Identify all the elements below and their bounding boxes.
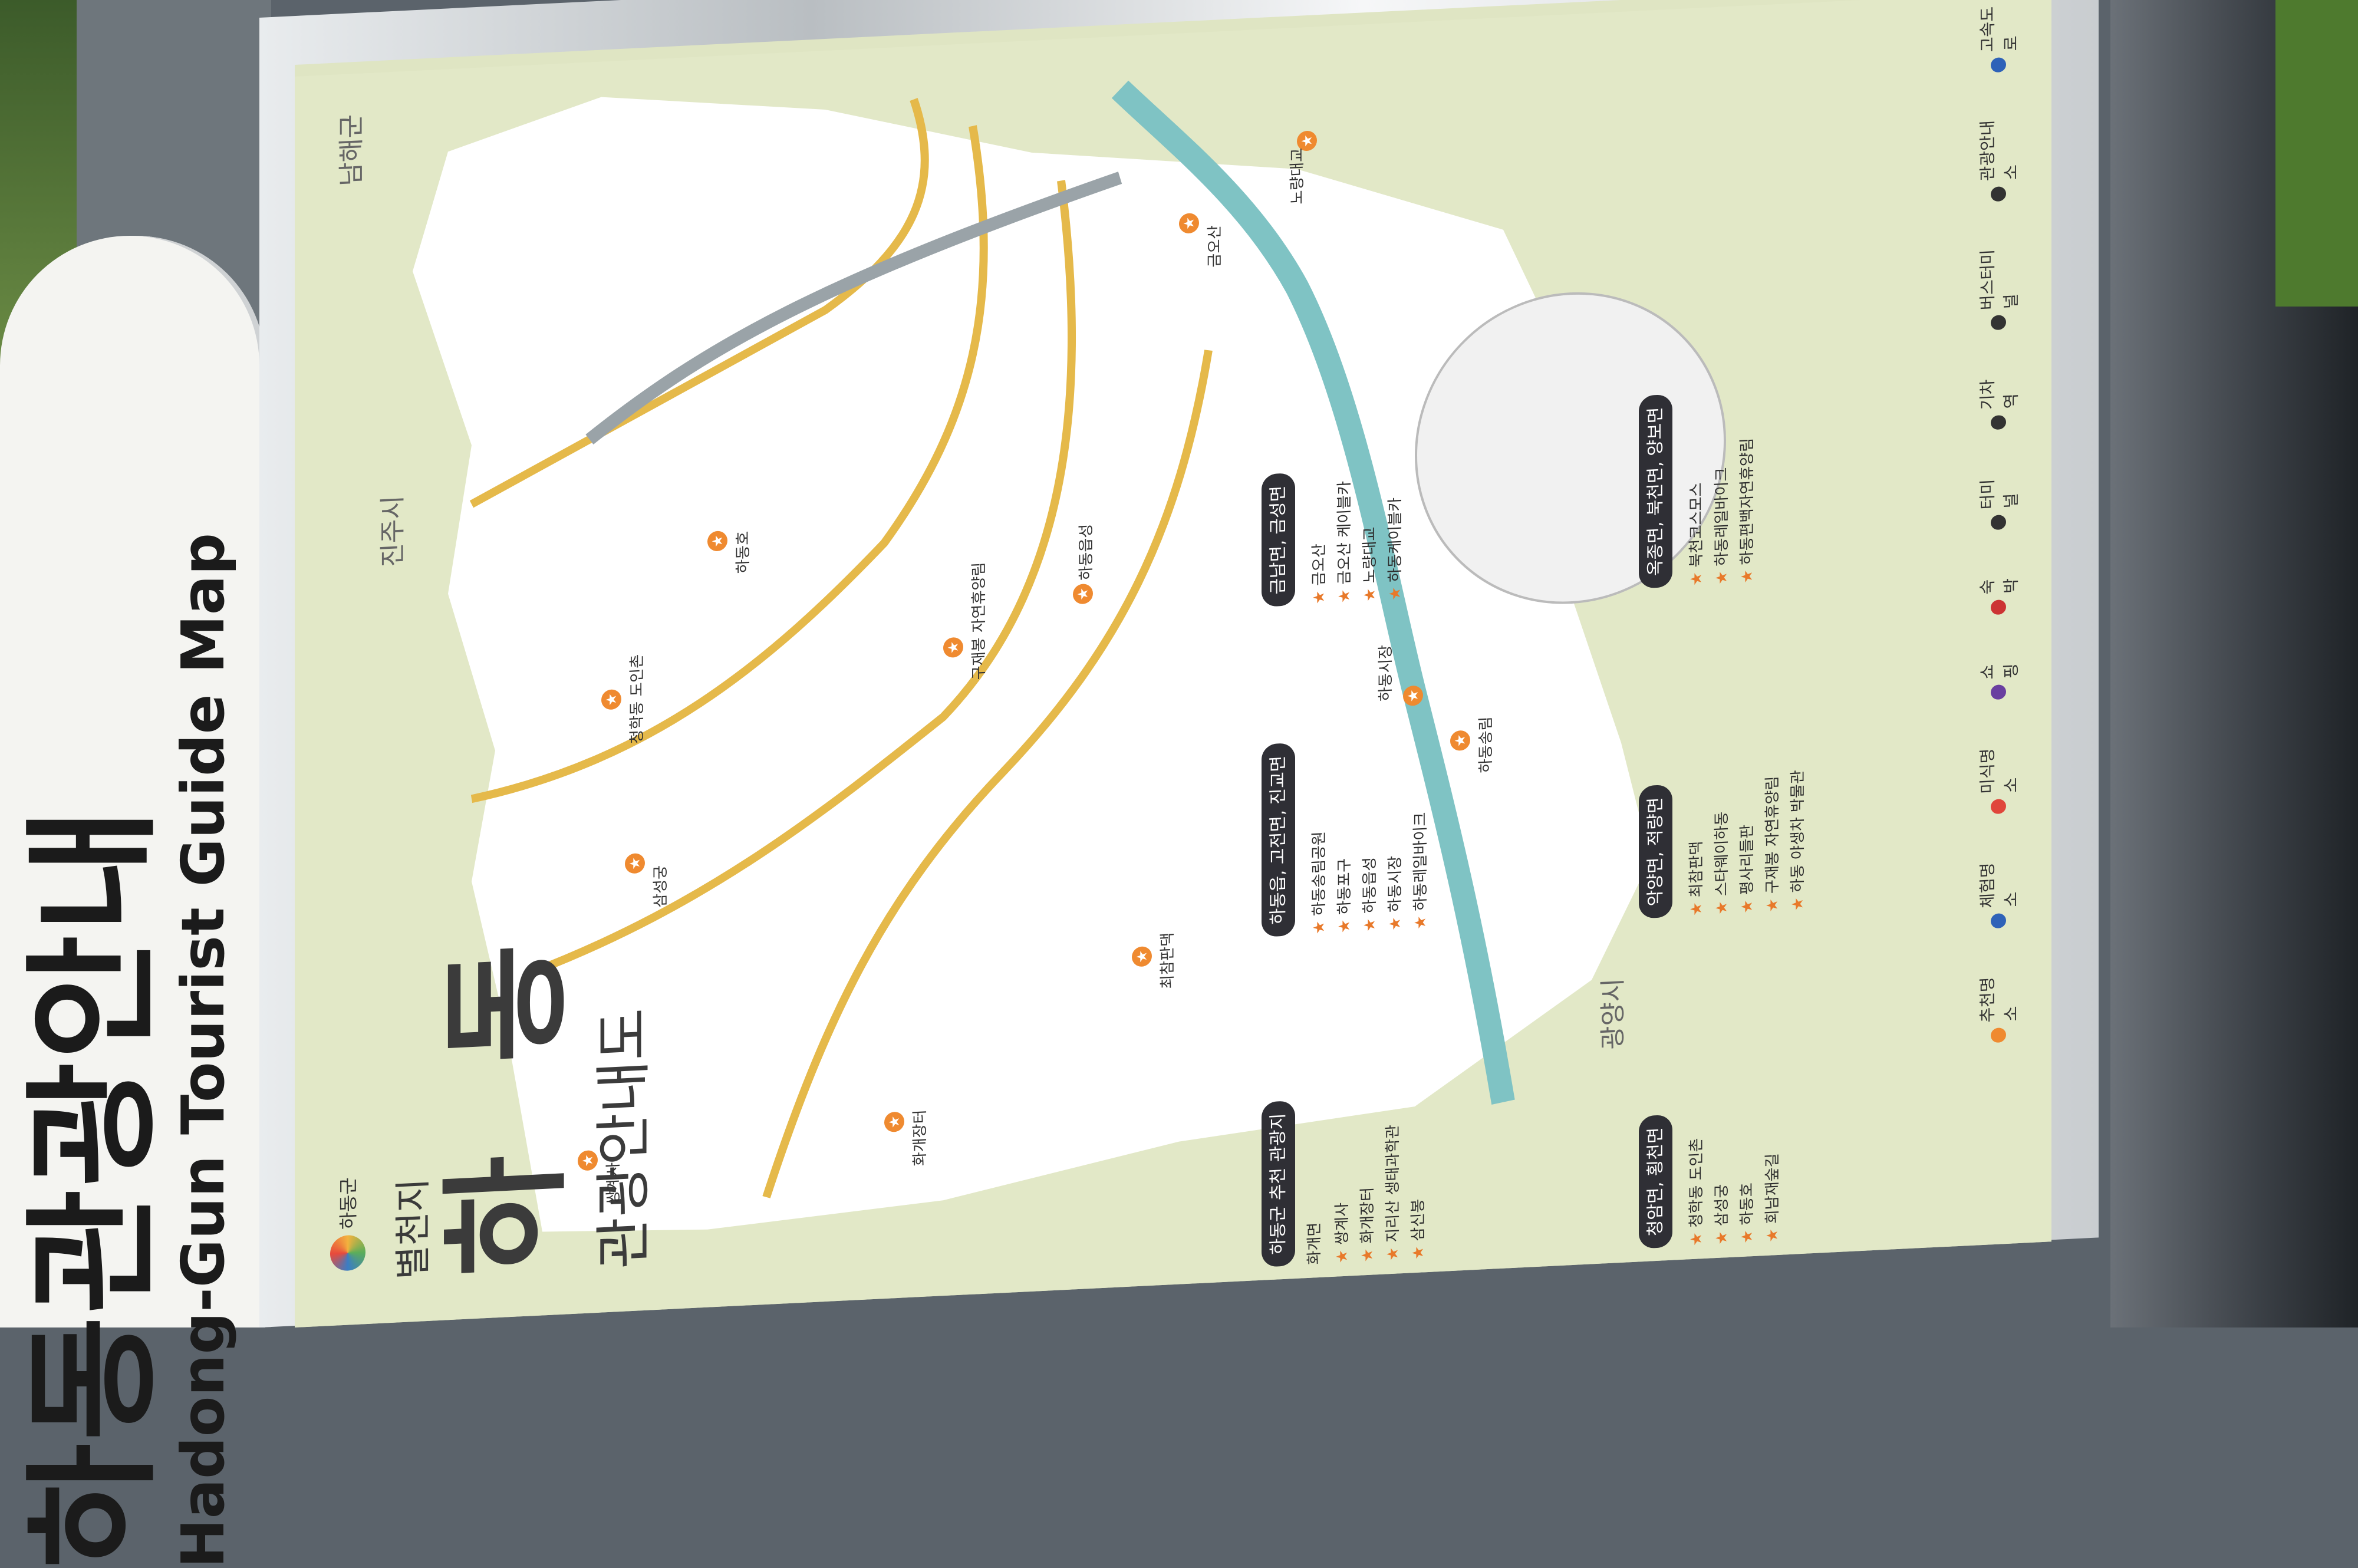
key-label: 관광안내소 — [1978, 120, 2021, 182]
legend-item: 쌍계사 — [1331, 980, 1354, 1264]
place-label: 삼성궁 — [652, 865, 670, 908]
key-item: 고속도로 — [1975, 0, 2022, 74]
key-label: 기차역 — [1978, 378, 2021, 410]
bus-terminal-icon — [1991, 315, 2006, 331]
key-label: 버스터미널 — [1978, 249, 2021, 311]
legend-section-head: 하동군 추천 관광지 — [1262, 1101, 1295, 1267]
highway-icon — [1991, 57, 2006, 73]
legend-section-head: 청암면, 횡천면 — [1639, 1115, 1672, 1249]
legend-item: 하동레일바이크 — [1409, 646, 1432, 930]
key-label: 체험명소 — [1978, 862, 2021, 909]
legend-item: 청학동 도인촌 — [1685, 963, 1708, 1247]
legend-section-head: 옥종면, 북천면, 양보면 — [1639, 394, 1672, 589]
legend-item: 금오산 케이블카 — [1333, 319, 1356, 604]
legend-item: 스타웨이하동 — [1711, 631, 1734, 915]
neighbor-label: 남해군 — [337, 113, 367, 187]
terminal-icon — [1991, 514, 2006, 530]
place-label: 청학동 도인촌 — [628, 654, 646, 745]
legend-item: 노량대교 — [1359, 318, 1382, 602]
place-label: 하동읍성 — [1078, 523, 1095, 581]
place-label: 쌍계사 — [605, 1162, 623, 1205]
place-label: 최참판댁 — [1159, 932, 1177, 990]
place-label: 하동호 — [735, 531, 752, 574]
legend-item: 하동포구 — [1333, 650, 1356, 934]
legend-section: 옥종면, 북천면, 양보면 북천코스모스 하동레일바이크 하동편백자연휴양림 — [1639, 299, 1761, 589]
legend-item: 하동호 — [1736, 960, 1759, 1244]
lodging-icon — [1991, 599, 2006, 615]
legend-item: 지리산 생태과학관 — [1382, 977, 1405, 1261]
key-item: 기차역 — [1975, 364, 2022, 431]
legend-item: 구재봉 자연휴양림 — [1761, 628, 1784, 913]
legend-item: 하동레일바이크 — [1711, 301, 1734, 585]
legend-item: 하동읍성 — [1359, 648, 1382, 933]
place-label: 구재봉 자연휴양림 — [970, 561, 988, 680]
key-label: 미식명소 — [1978, 747, 2021, 795]
legend-item: 화개장터 — [1356, 979, 1379, 1263]
legend-item: 최참판댁 — [1685, 633, 1708, 917]
map-key: 추천명소 체험명소 미식명소 쇼핑 숙박 터미널 기차역 버스터미널 관광안내소… — [1975, 0, 2022, 1044]
legend-section: 청암면, 횡천면 청학동 도인촌 삼성궁 하동호 회남재숲길 — [1639, 958, 1787, 1249]
map-heading: 별천지 하 동 관광안내도 — [383, 913, 660, 1280]
legend-section-head: 악양면, 적량면 — [1639, 785, 1672, 919]
info-center-icon — [1991, 186, 2006, 202]
legend-section: 하동군 추천 관광지 화개면 쌍계사 화개장터 지리산 생태과학관 삼신봉 — [1262, 976, 1432, 1267]
legend-item: 하동 야생차 박물관 — [1787, 627, 1810, 911]
map-board: 하동군 별천지 하 동 관광안내도 진주시 남해군 광양시 ★ 하동읍성 ★ 노… — [295, 0, 2051, 1328]
legend-section: 금남면, 금성면 금오산 금오산 케이블카 노량대교 하동케이블카 — [1262, 317, 1409, 607]
legend-item: 금오산 — [1308, 321, 1331, 605]
map-subtitle: 별천지 — [391, 1177, 434, 1280]
legend-section: 악양면, 적량면 최참판댁 스타웨이하동 평사리들판 구재봉 자연휴양림 하동 … — [1639, 627, 1812, 919]
legend-item: 하동시장 — [1384, 647, 1407, 931]
food-icon — [1991, 799, 2006, 815]
place-label: 화개장터 — [911, 1109, 929, 1167]
legend-item: 삼성궁 — [1711, 961, 1734, 1246]
key-label: 터미널 — [1978, 478, 2021, 510]
neighbor-label: 진주시 — [378, 495, 408, 568]
legend-item: 하동케이블카 — [1384, 317, 1407, 601]
sign-title: 하동관광안내 Hadong-Gun Tourist Guide Map — [15, 472, 238, 1568]
legend-section-head: 하동읍, 고전면, 진교면 — [1262, 743, 1295, 937]
key-label: 고속도로 — [1978, 6, 2021, 53]
background-foliage-right — [2275, 0, 2358, 307]
legend-item: 하동송림공원 — [1308, 651, 1331, 935]
key-item: 버스터미널 — [1975, 235, 2022, 331]
key-label: 숙박 — [1978, 578, 2021, 595]
experience-icon — [1991, 913, 2006, 929]
map-title: 관광안내도 — [591, 1007, 657, 1271]
key-label: 추천명소 — [1978, 976, 2021, 1023]
key-item: 관광안내소 — [1975, 107, 2022, 203]
place-label: 금오산 — [1206, 225, 1224, 268]
key-item: 숙박 — [1975, 564, 2022, 615]
legend-section-head: 금남면, 금성면 — [1262, 473, 1295, 607]
key-item: 미식명소 — [1975, 734, 2022, 815]
legend: 하동군 추천 관광지 화개면 쌍계사 화개장터 지리산 생태과학관 삼신봉 청암… — [1262, 16, 2016, 1267]
sign-title-korean: 하동관광안내 — [15, 805, 173, 1568]
key-item: 추천명소 — [1975, 963, 2022, 1044]
key-item: 쇼핑 — [1975, 649, 2022, 701]
key-item: 체험명소 — [1975, 848, 2022, 930]
legend-section: 하동읍, 고전면, 진교면 하동송림공원 하동포구 하동읍성 하동시장 하동레일… — [1262, 645, 1435, 937]
sign-title-english: Hadong-Gun Tourist Guide Map — [169, 533, 238, 1568]
logo-text: 하동군 — [337, 1177, 360, 1230]
legend-item: 회남재숲길 — [1761, 958, 1784, 1243]
legend-item: 하동편백자연휴양림 — [1736, 300, 1759, 584]
key-label: 쇼핑 — [1978, 663, 2021, 680]
star-icon — [1991, 1027, 2006, 1043]
legend-item: 북천코스모스 — [1685, 302, 1708, 587]
tourist-map: 하동군 별천지 하 동 관광안내도 진주시 남해군 광양시 ★ 하동읍성 ★ 노… — [295, 0, 2051, 1328]
key-item: 터미널 — [1975, 464, 2022, 531]
legend-item: 평사리들판 — [1736, 630, 1759, 914]
legend-item: 삼신봉 — [1407, 976, 1430, 1260]
sign-title-panel: 하동관광안내 Hadong-Gun Tourist Guide Map — [0, 236, 265, 1568]
shopping-icon — [1991, 684, 2006, 700]
map-title-big: 하 동 — [432, 916, 582, 1279]
train-station-icon — [1991, 414, 2006, 430]
legend-subhead: 화개면 — [1306, 1221, 1323, 1266]
